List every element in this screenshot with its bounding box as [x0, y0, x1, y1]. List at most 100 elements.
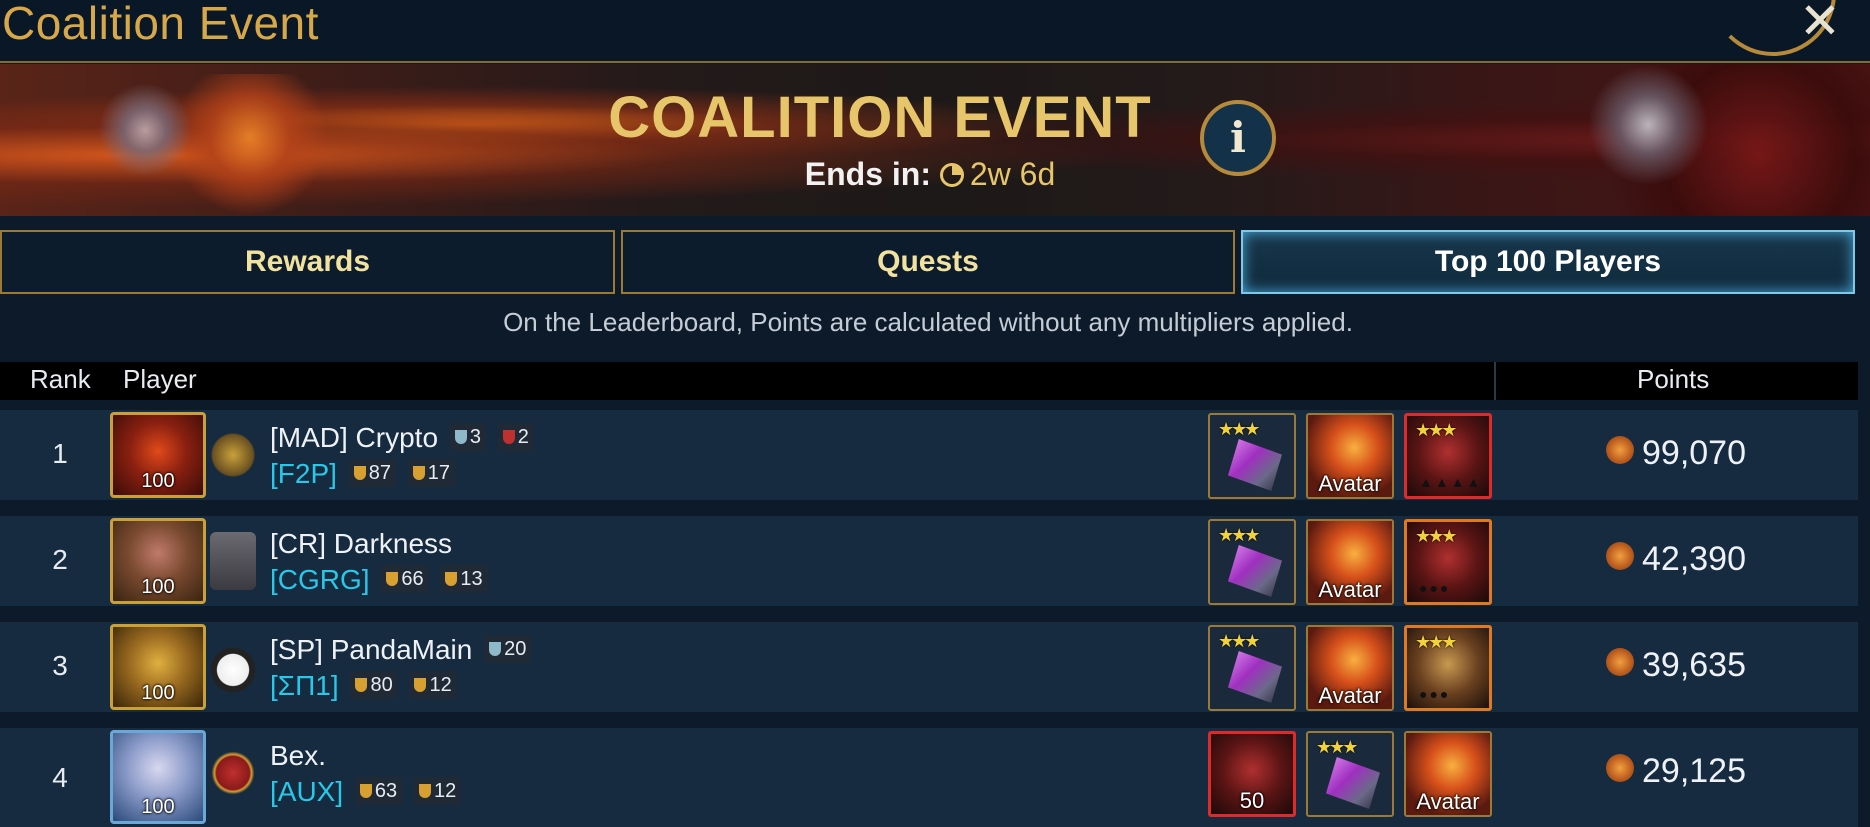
champion-item[interactable]: ★★★ ▲▲▲▲	[1404, 413, 1492, 499]
horn-item[interactable]: 50	[1208, 731, 1296, 817]
title-bar: Coalition Event ✕	[0, 0, 1870, 63]
row-rank: 4	[52, 762, 68, 793]
player-name-text: [MAD] Crypto	[270, 422, 439, 453]
clan-tag-text: [CGRG]	[270, 564, 370, 595]
trophy-count: 17	[427, 462, 450, 484]
trophy-count: 63	[374, 780, 398, 802]
event-banner: COALITION EVENT Ends in: 2w 6d i	[0, 64, 1870, 216]
shard-icon	[1228, 651, 1282, 703]
player-name[interactable]: Bex.	[270, 740, 326, 772]
leaderboard-row[interactable]: 1 100 [MAD] Crypto 3 2 [F2P] 87 17 ★★★ A…	[0, 410, 1858, 500]
rank-dots: ●●●	[1419, 686, 1451, 702]
player-avatar[interactable]: 100	[110, 730, 206, 824]
rank-dots: ▲▲▲▲	[1419, 474, 1483, 490]
trophy-badge: 2	[497, 423, 534, 451]
player-level: 100	[141, 470, 175, 492]
trophy-badge: 13	[440, 565, 488, 593]
trophy-badge: 17	[407, 459, 455, 487]
player-name[interactable]: [SP] PandaMain 20	[270, 634, 532, 666]
tab-rewards[interactable]: Rewards	[0, 230, 615, 294]
clan-tag-text: [F2P]	[270, 458, 337, 489]
avatar-item[interactable]: Avatar	[1306, 625, 1394, 711]
banner-title: COALITION EVENT	[608, 85, 1152, 150]
avatar-label: Avatar	[1318, 577, 1382, 602]
clan-tag: [AUX] 63 12	[270, 776, 462, 808]
shard-icon	[1228, 545, 1282, 597]
header-rank: Rank	[30, 364, 91, 394]
close-icon[interactable]: ✕	[1790, 0, 1850, 46]
leaderboard-row[interactable]: 4 100 Bex. [AUX] 63 12 50 ★★★ Avatar 29,…	[0, 728, 1858, 827]
info-icon[interactable]: i	[1200, 100, 1276, 176]
clan-tag: [ΣΠ1] 80 12	[270, 670, 457, 702]
trophy-count: 2	[517, 426, 529, 448]
trophy-badge: 12	[413, 777, 462, 805]
player-name-text: [SP] PandaMain	[270, 634, 473, 665]
avatar-item[interactable]: Avatar	[1306, 519, 1394, 605]
trophy-badge: 66	[381, 565, 429, 593]
trophy-count: 20	[504, 638, 527, 660]
banner-art-right	[1500, 64, 1870, 216]
trophy-icon	[418, 784, 431, 798]
trophy-icon	[414, 678, 427, 692]
avatar-label: Avatar	[1416, 789, 1480, 814]
player-level: 100	[141, 796, 175, 818]
tab-quests[interactable]: Quests	[621, 230, 1235, 294]
shard-item[interactable]: ★★★	[1208, 625, 1296, 711]
item-count: 50	[1239, 788, 1265, 813]
clan-emblem-icon	[210, 744, 256, 802]
clan-tag: [CGRG] 66 13	[270, 564, 488, 596]
trophy-icon	[454, 430, 467, 444]
window-title: Coalition Event	[2, 0, 319, 49]
trophy-icon	[359, 784, 372, 798]
trophy-icon	[445, 572, 458, 586]
ends-in-value: 2w 6d	[969, 156, 1056, 192]
player-avatar[interactable]: 100	[110, 624, 206, 710]
leaderboard-notice: On the Leaderboard, Points are calculate…	[503, 307, 1353, 337]
header-divider	[1494, 362, 1496, 400]
leaderboard-row[interactable]: 2 100 [CR] Darkness [CGRG] 66 13 ★★★ Ava…	[0, 516, 1858, 606]
player-avatar[interactable]: 100	[110, 412, 206, 498]
trophy-badge: 3	[449, 423, 486, 451]
clan-tag-text: [ΣΠ1]	[270, 670, 339, 701]
trophy-count: 87	[368, 462, 391, 484]
points-value: 29,125	[1642, 752, 1746, 790]
avatar-item[interactable]: Avatar	[1404, 731, 1492, 817]
rank-dots: ●●●	[1419, 580, 1451, 596]
trophy-icon	[386, 572, 399, 586]
panda-emblem-icon	[210, 638, 256, 696]
shard-item[interactable]: ★★★	[1208, 519, 1296, 605]
star-rating: ★★★	[1218, 419, 1260, 439]
points-value: 39,635	[1642, 646, 1746, 684]
champion-item[interactable]: ★★★ ●●●	[1404, 519, 1492, 605]
trophy-icon	[412, 466, 425, 480]
header-player: Player	[123, 364, 197, 394]
ends-in-label: Ends in:	[804, 156, 931, 192]
avatar-label: Avatar	[1318, 471, 1382, 496]
banner-art-left	[40, 74, 340, 214]
trophy-icon	[489, 642, 502, 656]
points-icon	[1606, 542, 1634, 570]
row-rank: 1	[52, 438, 68, 469]
trophy-icon	[353, 466, 366, 480]
star-rating: ★★★	[1415, 420, 1457, 440]
champion-item[interactable]: ★★★ ●●●	[1404, 625, 1492, 711]
clan-tag-text: [AUX]	[270, 776, 344, 807]
leaderboard-row[interactable]: 3 100 [SP] PandaMain 20 [ΣΠ1] 80 12 ★★★ …	[0, 622, 1858, 712]
shard-icon	[1326, 757, 1380, 809]
player-name[interactable]: [CR] Darkness	[270, 528, 452, 560]
shard-item[interactable]: ★★★	[1306, 731, 1394, 817]
table-header: Rank Player Points	[0, 362, 1858, 400]
player-avatar[interactable]: 100	[110, 518, 206, 604]
player-name[interactable]: [MAD] Crypto 3 2	[270, 422, 534, 454]
player-level: 100	[141, 682, 175, 704]
tab-top-100-players[interactable]: Top 100 Players	[1241, 230, 1855, 294]
player-level: 100	[141, 576, 175, 598]
clan-emblem-icon	[210, 532, 256, 590]
avatar-item[interactable]: Avatar	[1306, 413, 1394, 499]
clan-emblem-icon	[210, 426, 256, 484]
row-rank: 3	[52, 650, 68, 681]
shard-item[interactable]: ★★★	[1208, 413, 1296, 499]
ends-in-timer: Ends in: 2w 6d	[720, 156, 1140, 193]
shard-icon	[1228, 439, 1282, 491]
trophy-badge: 20	[484, 635, 532, 663]
